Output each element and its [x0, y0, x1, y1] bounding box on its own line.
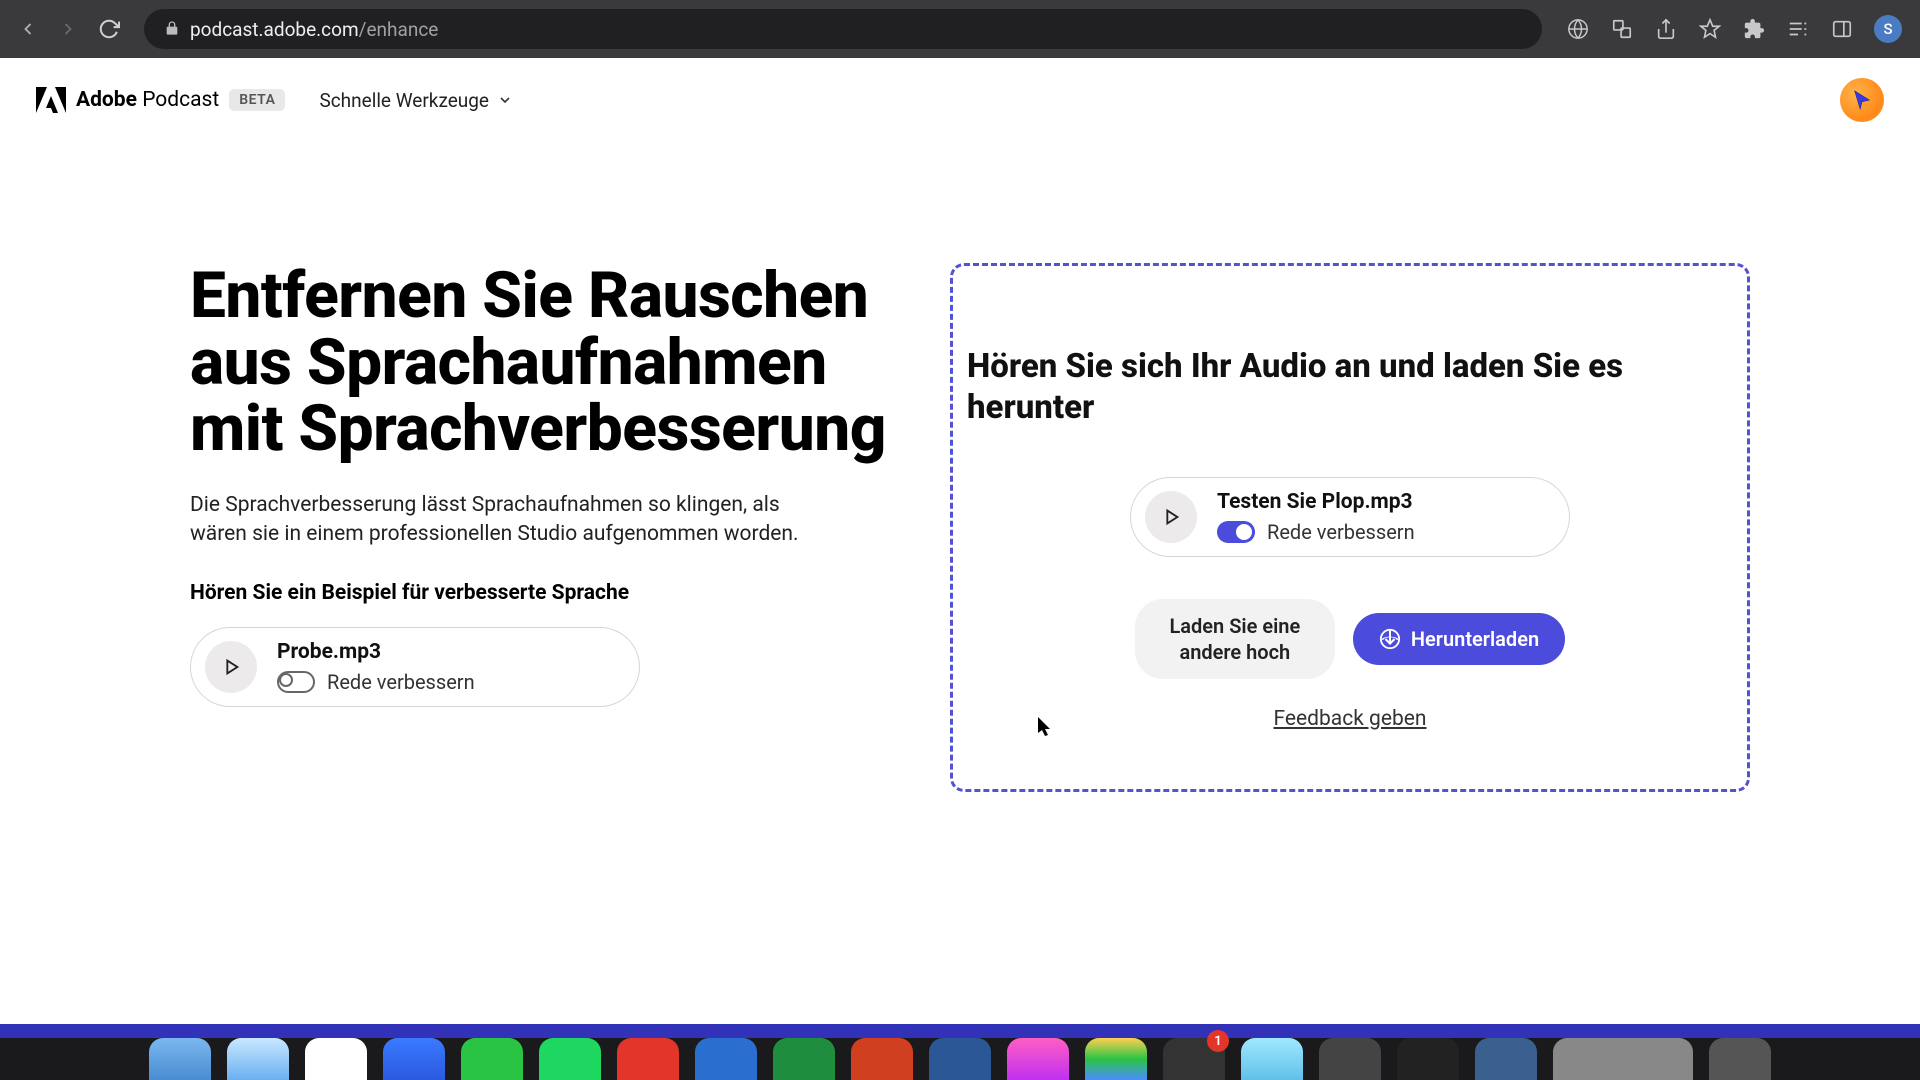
logo-brand: Adobe — [76, 88, 137, 112]
play-icon — [1160, 506, 1182, 528]
reading-list-icon[interactable] — [1786, 17, 1810, 41]
dock-app-c[interactable] — [1397, 1038, 1459, 1080]
page-headline: Entfernen Sie Rauschen aus Sprachaufnahm… — [190, 263, 910, 463]
user-toggle-label: Rede verbessern — [1267, 520, 1415, 544]
back-button[interactable] — [18, 19, 38, 39]
reload-button[interactable] — [98, 18, 120, 40]
dock-whatsapp[interactable] — [461, 1038, 523, 1080]
user-enhance-toggle[interactable] — [1217, 521, 1255, 543]
download-icon — [1379, 628, 1401, 650]
sidepanel-icon[interactable] — [1830, 17, 1854, 41]
download-label: Herunterladen — [1411, 627, 1539, 651]
sample-toggle-label: Rede verbessern — [327, 670, 475, 694]
sample-enhance-toggle[interactable] — [277, 671, 315, 693]
dock-app-b[interactable] — [1319, 1038, 1381, 1080]
extensions-icon[interactable] — [1742, 17, 1766, 41]
dock-imovie[interactable] — [1007, 1038, 1069, 1080]
logo[interactable]: Adobe Podcast BETA — [36, 87, 285, 113]
upload-another-button[interactable]: Laden Sie eine andere hoch — [1135, 599, 1335, 679]
user-avatar[interactable] — [1840, 78, 1884, 122]
user-play-button[interactable] — [1145, 491, 1197, 543]
lock-icon — [164, 18, 180, 41]
page-sub: Die Sprachverbesserung lässt Sprachaufna… — [190, 491, 810, 550]
mouse-cursor-icon — [1038, 717, 1054, 737]
dock-trello[interactable] — [695, 1038, 757, 1080]
drop-headline: Hören Sie sich Ihr Audio an und laden Si… — [965, 346, 1735, 429]
sample-file-name: Probe.mp3 — [277, 640, 475, 664]
dock-word[interactable] — [929, 1038, 991, 1080]
dock-app-d[interactable] — [1475, 1038, 1537, 1080]
dock-mail[interactable] — [383, 1038, 445, 1080]
dock-chrome[interactable] — [305, 1038, 367, 1080]
url-path: /enhance — [359, 18, 439, 41]
address-bar[interactable]: podcast.adobe.com/enhance — [144, 9, 1542, 49]
play-icon — [220, 656, 242, 678]
dock-app-a[interactable] — [1241, 1038, 1303, 1080]
dock-spotify[interactable] — [539, 1038, 601, 1080]
dock-badge: 1 — [1207, 1030, 1229, 1052]
url-host: podcast.adobe.com — [190, 18, 359, 41]
translate-icon[interactable] — [1610, 17, 1634, 41]
dock-ppt[interactable] — [851, 1038, 913, 1080]
beta-badge: BETA — [229, 89, 285, 111]
bookmark-icon[interactable] — [1698, 17, 1722, 41]
macos-dock: 1 — [0, 1038, 1920, 1080]
quick-tools-menu[interactable]: Schnelle Werkzeuge — [319, 89, 513, 112]
feedback-link[interactable]: Feedback geben — [965, 707, 1735, 731]
dock-excel[interactable] — [773, 1038, 835, 1080]
cursor-icon — [1851, 89, 1873, 111]
quick-tools-label: Schnelle Werkzeuge — [319, 89, 489, 112]
site-header: Adobe Podcast BETA Schnelle Werkzeuge — [0, 58, 1920, 143]
dock-trash[interactable] — [1709, 1038, 1771, 1080]
dock-safari[interactable] — [227, 1038, 289, 1080]
user-file-name: Testen Sie Plop.mp3 — [1217, 490, 1415, 514]
dock-todoist[interactable] — [617, 1038, 679, 1080]
forward-button[interactable] — [58, 19, 78, 39]
dock-finder[interactable] — [149, 1038, 211, 1080]
share-icon[interactable] — [1654, 17, 1678, 41]
profile-avatar[interactable]: S — [1874, 15, 1902, 43]
logo-product: Podcast — [142, 88, 219, 112]
gtranslate-icon[interactable] — [1566, 17, 1590, 41]
adobe-logo-icon — [36, 87, 66, 113]
sample-audio-card: Probe.mp3 Rede verbessern — [190, 627, 640, 707]
sample-play-button[interactable] — [205, 641, 257, 693]
example-label: Hören Sie ein Beispiel für verbesserte S… — [190, 581, 910, 605]
footer-strip — [0, 1024, 1920, 1038]
upload-drop-zone[interactable]: Hören Sie sich Ihr Audio an und laden Si… — [950, 263, 1750, 792]
user-audio-card: Testen Sie Plop.mp3 Rede verbessern — [1130, 477, 1570, 557]
browser-toolbar: podcast.adobe.com/enhance S — [0, 0, 1920, 58]
dock-downloads[interactable] — [1553, 1038, 1693, 1080]
dock-drive[interactable] — [1085, 1038, 1147, 1080]
download-button[interactable]: Herunterladen — [1353, 613, 1565, 665]
chevron-down-icon — [497, 92, 513, 108]
dock-settings[interactable]: 1 — [1163, 1038, 1225, 1080]
